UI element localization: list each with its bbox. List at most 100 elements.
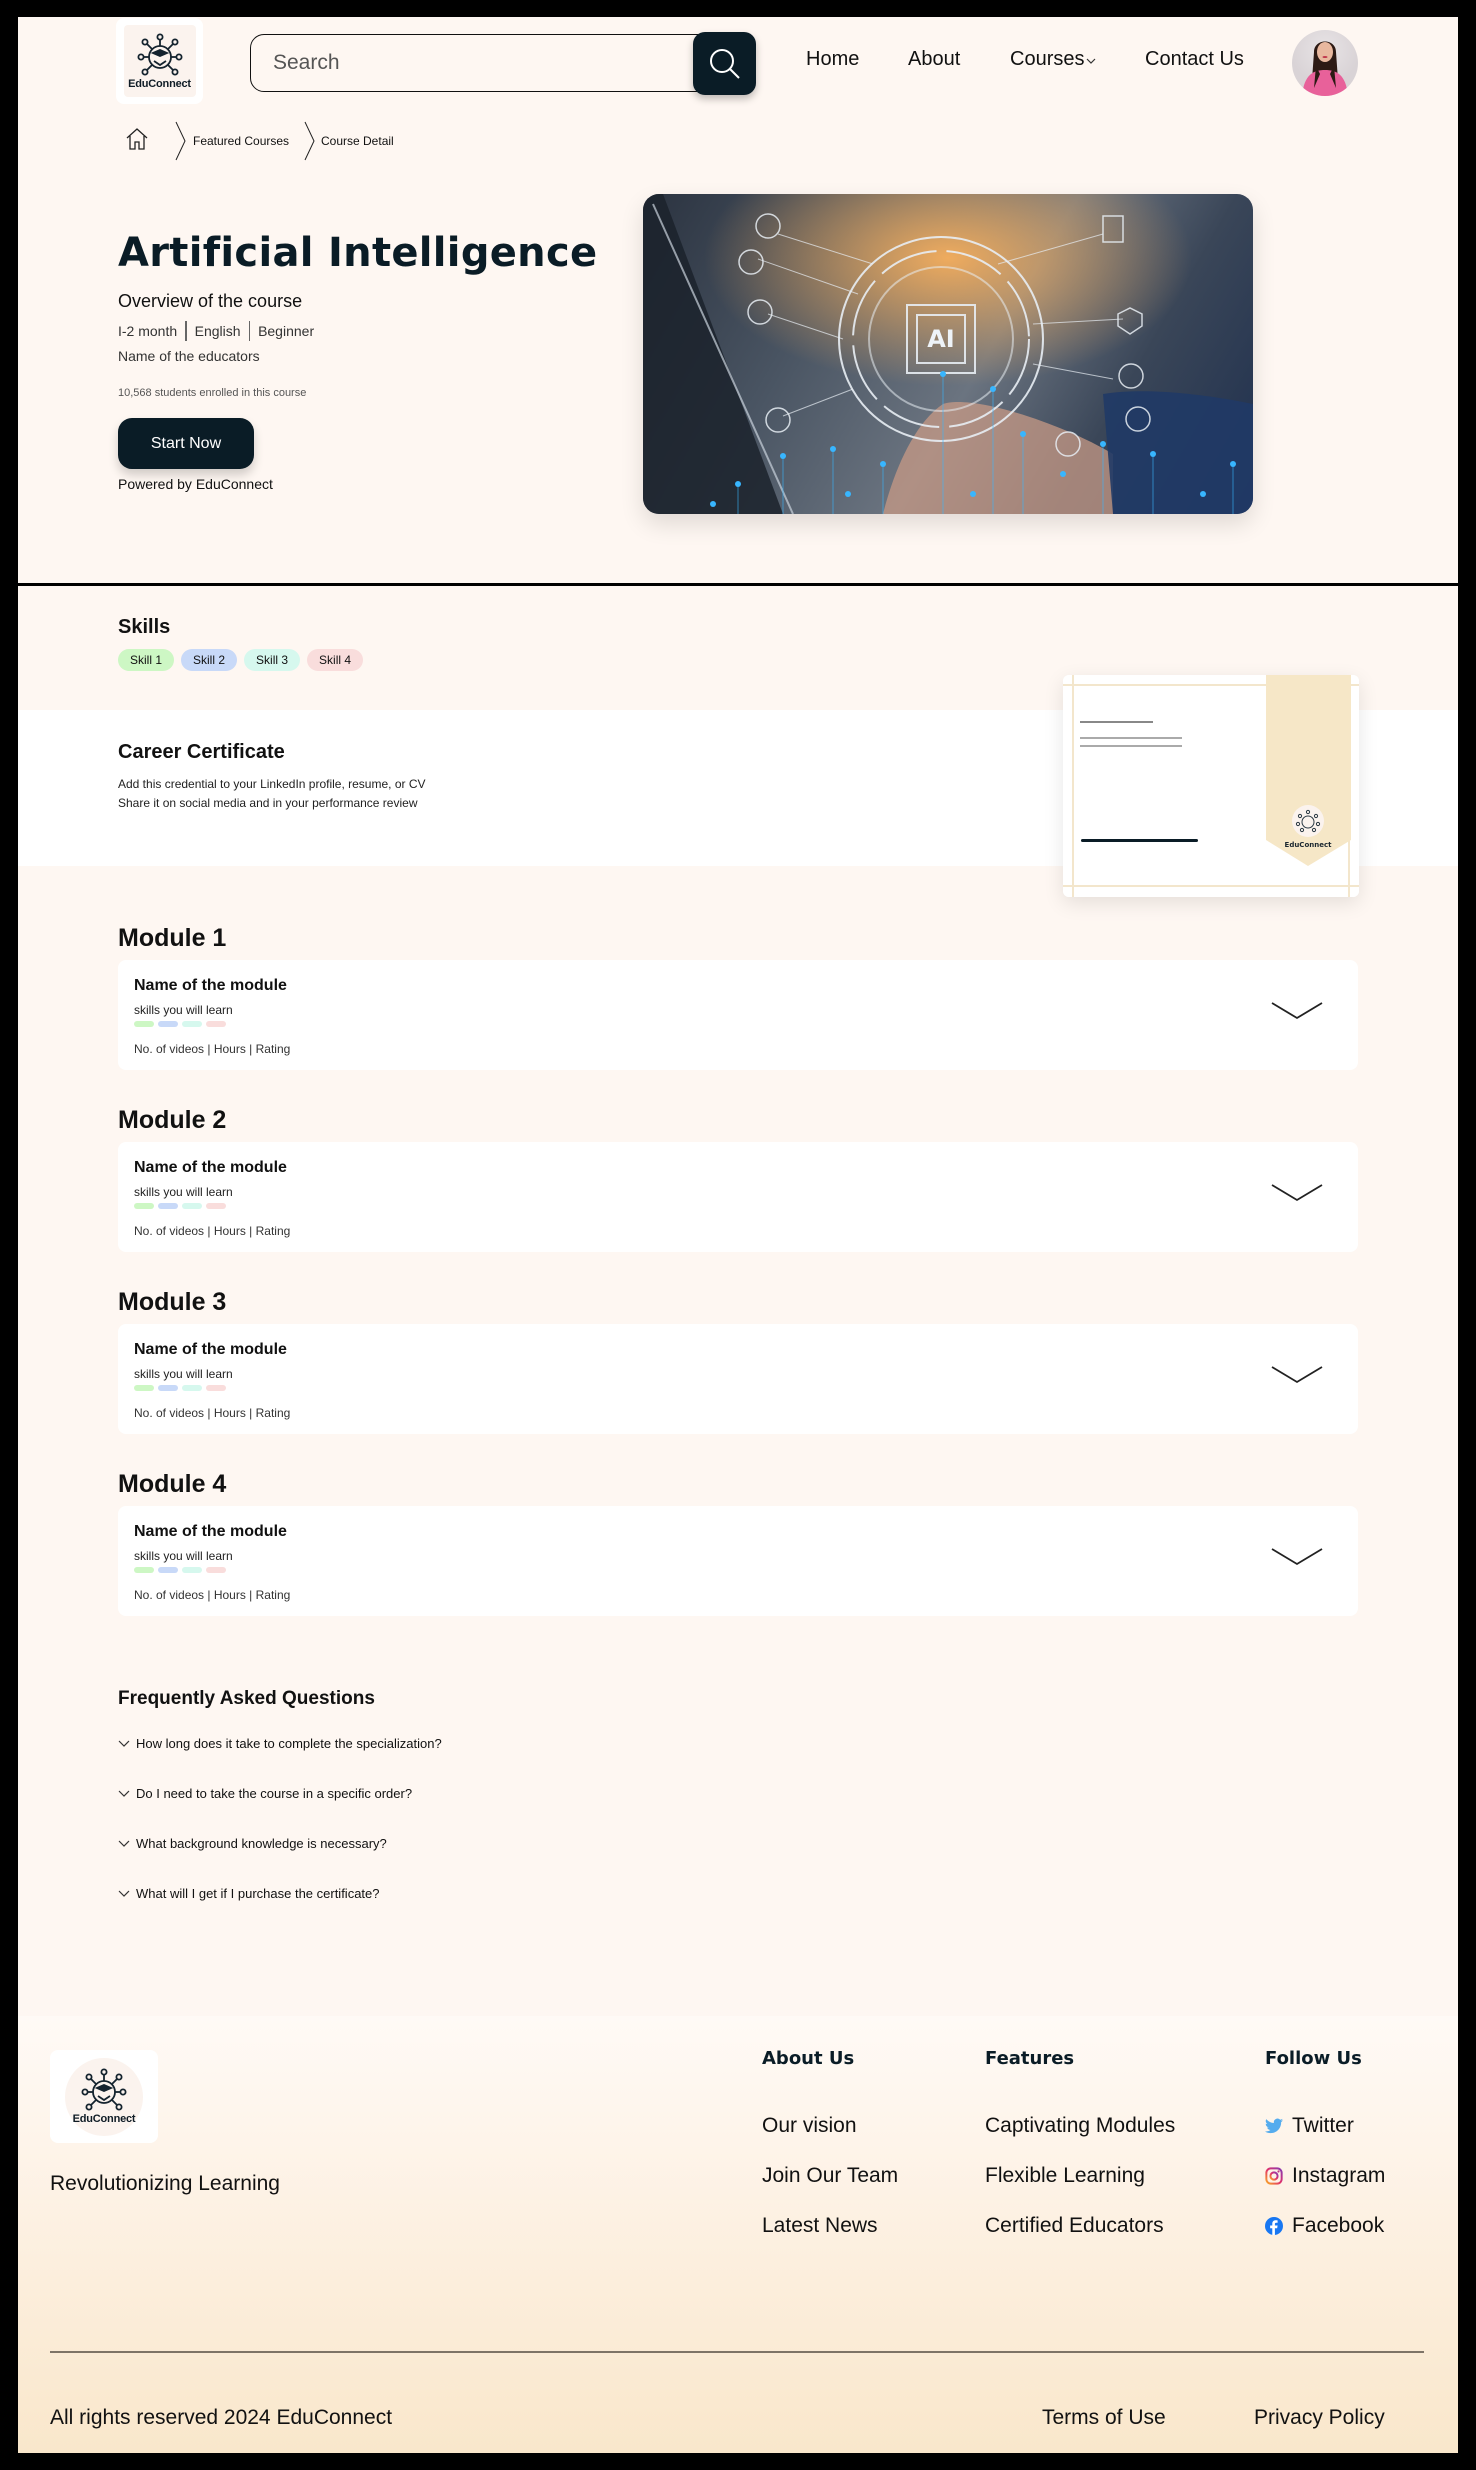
faq-question: What background knowledge is necessary? bbox=[136, 1836, 387, 1851]
skills-heading: Skills bbox=[118, 616, 171, 638]
expand-chevron-icon[interactable] bbox=[1270, 1000, 1324, 1022]
skill-tag bbox=[134, 1567, 154, 1573]
footer-link-certified-educators[interactable]: Certified Educators bbox=[985, 2214, 1164, 2238]
meta-divider bbox=[248, 321, 251, 341]
terms-of-use-link[interactable]: Terms of Use bbox=[1042, 2406, 1166, 2430]
certificate-preview: EduConnect bbox=[1063, 675, 1359, 897]
footer-heading-about: About Us bbox=[762, 2048, 855, 2069]
skill-tag bbox=[206, 1567, 226, 1573]
nav-about[interactable]: About bbox=[908, 48, 960, 71]
skill-tag bbox=[158, 1385, 178, 1391]
course-language: English bbox=[194, 323, 241, 339]
expand-chevron-icon[interactable] bbox=[1270, 1364, 1324, 1386]
section-divider bbox=[18, 583, 1458, 586]
facebook-icon bbox=[1265, 2217, 1283, 2235]
skill-tag bbox=[182, 1203, 202, 1209]
module-skill-tags bbox=[134, 1385, 226, 1391]
module-stats: No. of videos | Hours | Rating bbox=[134, 1588, 291, 1602]
faq-question: Do I need to take the course in a specif… bbox=[136, 1786, 413, 1801]
nav-home[interactable]: Home bbox=[806, 48, 859, 71]
footer-link-latest-news[interactable]: Latest News bbox=[762, 2214, 878, 2238]
user-photo bbox=[1302, 41, 1348, 96]
footer-link-captivating-modules[interactable]: Captivating Modules bbox=[985, 2114, 1175, 2138]
skill-chip[interactable]: Skill 3 bbox=[244, 649, 301, 671]
certificate-graphic: EduConnect bbox=[1063, 675, 1359, 897]
module-skills-label: skills you will learn bbox=[134, 1185, 233, 1199]
skill-tag bbox=[182, 1567, 202, 1573]
avatar[interactable] bbox=[1292, 30, 1358, 96]
module-card[interactable]: Name of the module skills you will learn… bbox=[118, 1142, 1358, 1252]
footer-link-facebook[interactable]: Facebook bbox=[1265, 2214, 1384, 2238]
course-title: Artificial Intelligence bbox=[118, 230, 598, 276]
footer-link-instagram[interactable]: Instagram bbox=[1265, 2164, 1385, 2188]
skill-tag bbox=[134, 1021, 154, 1027]
faq-item[interactable]: Do I need to take the course in a specif… bbox=[118, 1786, 412, 1801]
module-skills-label: skills you will learn bbox=[134, 1549, 233, 1563]
course-duration: I-2 month bbox=[118, 323, 178, 339]
skill-chip[interactable]: Skill 1 bbox=[118, 649, 175, 671]
module-heading: Module 1 bbox=[118, 924, 227, 952]
module-skill-tags bbox=[134, 1567, 226, 1573]
breadcrumb-home[interactable] bbox=[125, 127, 149, 156]
skill-tag bbox=[158, 1203, 178, 1209]
skill-tag bbox=[206, 1385, 226, 1391]
brand-logo[interactable]: EduConnect bbox=[116, 18, 203, 104]
search-bar bbox=[250, 32, 756, 95]
certificate-description: Add this credential to your LinkedIn pro… bbox=[118, 777, 426, 791]
footer-logo[interactable]: EduConnect bbox=[50, 2050, 158, 2143]
chevron-down-icon bbox=[118, 1840, 130, 1847]
start-now-button[interactable]: Start Now bbox=[118, 418, 254, 469]
ai-chip-illustration: AI bbox=[643, 194, 1253, 514]
expand-chevron-icon[interactable] bbox=[1270, 1546, 1324, 1568]
expand-chevron-icon[interactable] bbox=[1270, 1182, 1324, 1204]
faq-item[interactable]: What background knowledge is necessary? bbox=[118, 1836, 387, 1851]
module-name: Name of the module bbox=[134, 1523, 287, 1540]
faq-item[interactable]: How long does it take to complete the sp… bbox=[118, 1736, 442, 1751]
footer: EduConnect Revolutionizing Learning Abou… bbox=[18, 2016, 1458, 2453]
footer-heading-features: Features bbox=[985, 2048, 1075, 2069]
skills-list: Skill 1 Skill 2 Skill 3 Skill 4 bbox=[118, 649, 364, 671]
module-stats: No. of videos | Hours | Rating bbox=[134, 1406, 291, 1420]
chevron-down-icon bbox=[118, 1890, 130, 1897]
footer-heading-follow: Follow Us bbox=[1265, 2048, 1362, 2069]
chevron-down-icon bbox=[1087, 58, 1096, 64]
search-button[interactable] bbox=[693, 32, 756, 95]
course-overview: Overview of the course bbox=[118, 291, 303, 311]
module-card[interactable]: Name of the module skills you will learn… bbox=[118, 1506, 1358, 1616]
module-card[interactable]: Name of the module skills you will learn… bbox=[118, 1324, 1358, 1434]
module-card[interactable]: Name of the module skills you will learn… bbox=[118, 960, 1358, 1070]
course-meta: I-2 month English Beginner bbox=[118, 321, 314, 341]
footer-link-our-vision[interactable]: Our vision bbox=[762, 2114, 857, 2138]
network-owl-icon bbox=[81, 2068, 127, 2111]
nav-contact[interactable]: Contact Us bbox=[1145, 48, 1244, 71]
certificate-description: Share it on social media and in your per… bbox=[118, 796, 418, 810]
copyright: All rights reserved 2024 EduConnect bbox=[50, 2406, 393, 2429]
search-input[interactable] bbox=[250, 34, 720, 92]
skill-tag bbox=[182, 1385, 202, 1391]
footer-link-twitter[interactable]: Twitter bbox=[1265, 2114, 1354, 2138]
skill-chip[interactable]: Skill 2 bbox=[181, 649, 238, 671]
faq-item[interactable]: What will I get if I purchase the certif… bbox=[118, 1886, 380, 1901]
module-heading: Module 2 bbox=[118, 1106, 227, 1134]
breadcrumb-featured-courses[interactable]: Featured Courses bbox=[193, 134, 289, 148]
privacy-policy-link[interactable]: Privacy Policy bbox=[1254, 2406, 1385, 2430]
brand-name: EduConnect bbox=[72, 2113, 136, 2125]
footer-link-join-team[interactable]: Join Our Team bbox=[762, 2164, 898, 2188]
skill-tag bbox=[206, 1203, 226, 1209]
facebook-label: Facebook bbox=[1292, 2214, 1385, 2237]
page: EduConnect Home About Courses Contact Us bbox=[18, 17, 1458, 2453]
nav-courses[interactable]: Courses bbox=[1010, 48, 1096, 71]
certificate-heading: Career Certificate bbox=[118, 741, 285, 763]
footer-link-flexible-learning[interactable]: Flexible Learning bbox=[985, 2164, 1145, 2188]
skill-tag bbox=[134, 1385, 154, 1391]
skill-chip[interactable]: Skill 4 bbox=[307, 649, 364, 671]
faq-heading: Frequently Asked Questions bbox=[118, 1688, 375, 1709]
module-heading: Module 3 bbox=[118, 1288, 227, 1316]
module-skills-label: skills you will learn bbox=[134, 1003, 233, 1017]
ai-label: AI bbox=[927, 325, 955, 353]
module-name: Name of the module bbox=[134, 1341, 287, 1358]
faq-question: How long does it take to complete the sp… bbox=[136, 1736, 442, 1751]
instagram-label: Instagram bbox=[1292, 2164, 1386, 2187]
logo-mark: EduConnect bbox=[65, 2057, 143, 2136]
chevron-down-icon bbox=[118, 1790, 130, 1797]
